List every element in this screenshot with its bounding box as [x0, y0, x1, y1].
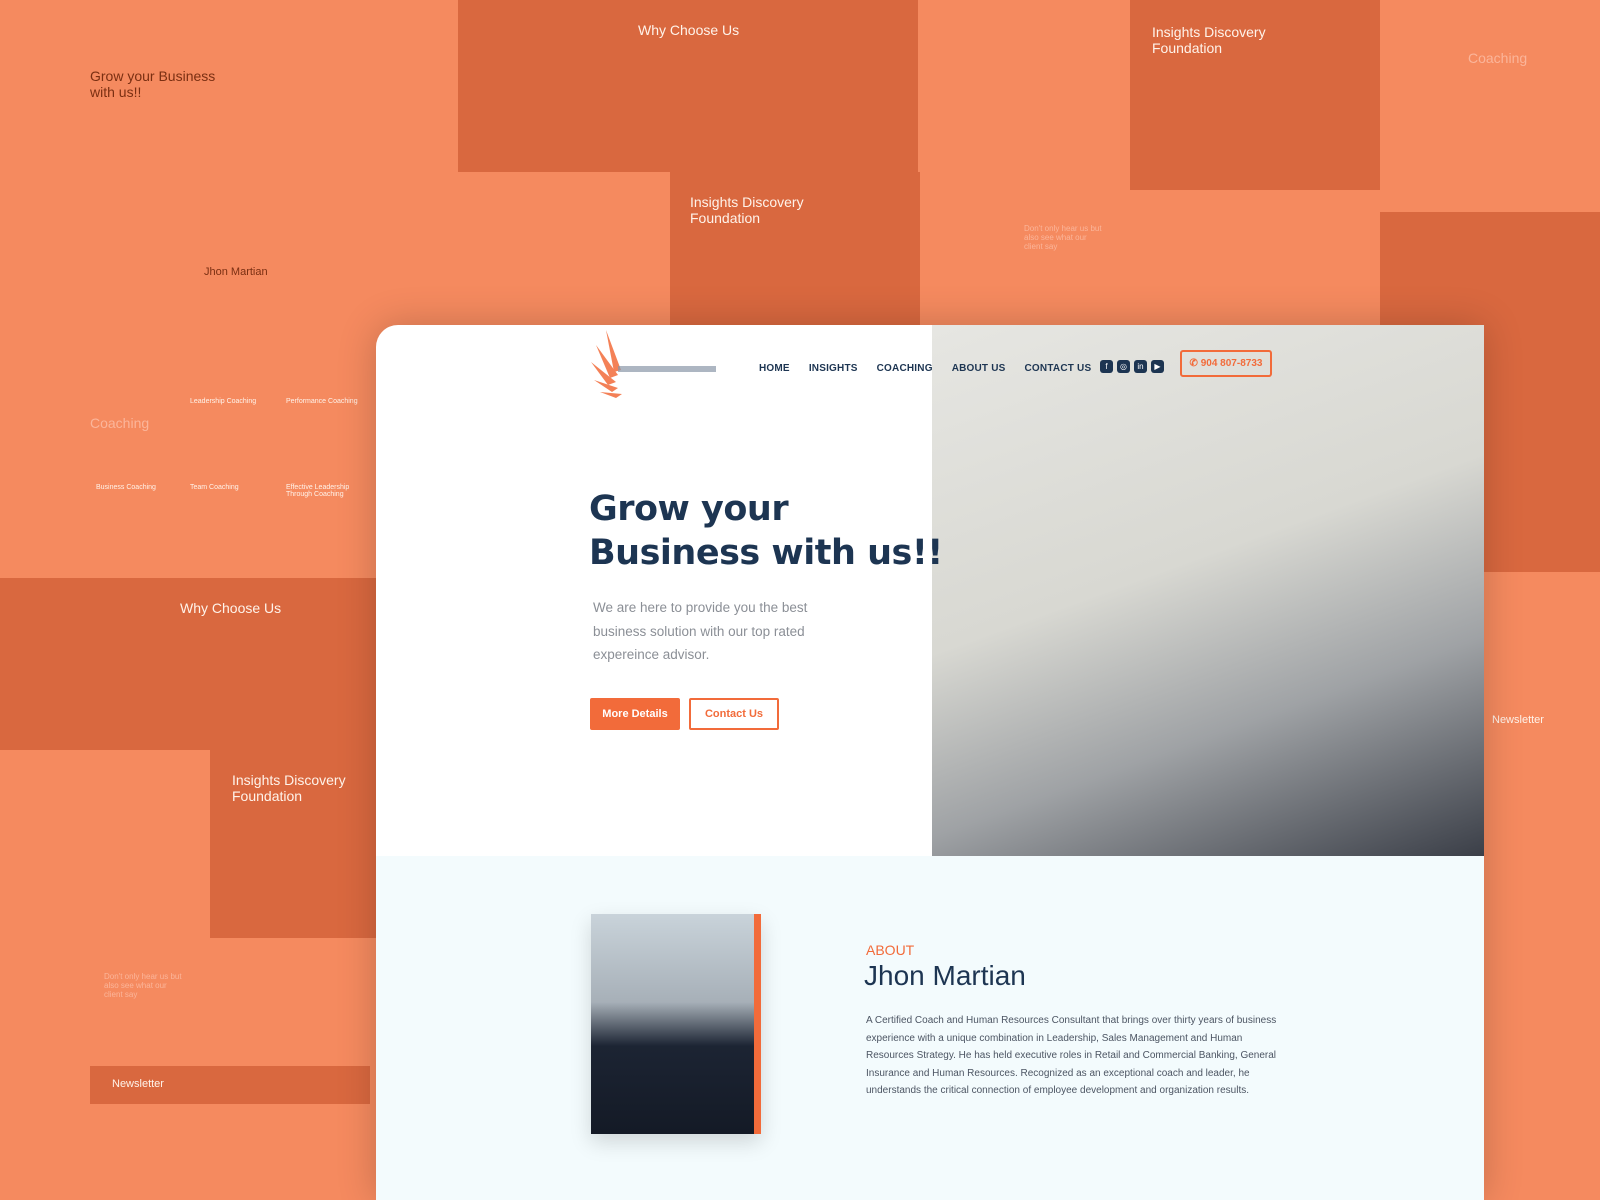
portrait-photo — [591, 914, 761, 1134]
nav-home[interactable]: HOME — [759, 363, 790, 374]
youtube-icon[interactable]: ▶ — [1151, 360, 1164, 373]
logo-wing-icon — [591, 330, 716, 398]
phone-icon: ✆ — [1189, 358, 1201, 369]
nav-contact-us[interactable]: CONTACT US — [1025, 363, 1092, 374]
bg-business: Business Coaching — [96, 484, 156, 491]
hero-title-line-2: Business with us!! — [589, 533, 943, 573]
instagram-icon[interactable]: ◎ — [1117, 360, 1130, 373]
bg-newsletter: Newsletter — [112, 1078, 164, 1090]
bg-why-choose: Why Choose Us — [638, 22, 740, 38]
bg-team: Team Coaching — [190, 484, 239, 491]
more-details-button[interactable]: More Details — [590, 698, 680, 730]
hero-photo — [932, 325, 1484, 856]
nav-coaching[interactable]: COACHING — [877, 363, 933, 374]
bg-grow: Grow your Business with us!! — [90, 68, 216, 100]
social-links: f ◎ in ▶ — [1100, 360, 1164, 373]
about-section: ABOUT Jhon Martian A Certified Coach and… — [376, 856, 1484, 1200]
nav-about-us[interactable]: ABOUT US — [952, 363, 1006, 374]
facebook-icon[interactable]: f — [1100, 360, 1113, 373]
linkedin-icon[interactable]: in — [1134, 360, 1147, 373]
hero-section: HOME INSIGHTS COACHING ABOUT US CONTACT … — [376, 325, 1484, 856]
hero-text: We are here to provide you the best busi… — [593, 600, 808, 662]
bg-insights-3: Insights Discovery Foundation — [232, 772, 346, 804]
phone-button[interactable]: ✆ 904 807-8733 — [1180, 350, 1272, 377]
phone-number: 904 807-8733 — [1200, 358, 1263, 369]
contact-us-button[interactable]: Contact Us — [689, 698, 779, 730]
bg-insights-2: Insights Discovery Foundation — [690, 194, 804, 226]
about-name: Jhon Martian — [864, 960, 1026, 991]
bg-name: Jhon Martian — [204, 266, 268, 278]
bg-testimonial-2: Don't only hear us but also see what our… — [104, 972, 182, 999]
bg-coaching: Coaching — [90, 415, 150, 431]
hero-title: Grow your Business with us!! — [589, 487, 943, 575]
main-nav: HOME INSIGHTS COACHING ABOUT US CONTACT … — [759, 363, 1091, 374]
bg-insights: Insights Discovery Foundation — [1152, 24, 1266, 56]
bg-performance: Performance Coaching — [286, 398, 358, 405]
bg-effective: Effective Leadership Through Coaching — [286, 484, 350, 498]
bg-why-choose-2: Why Choose Us — [180, 600, 282, 616]
nav-insights[interactable]: INSIGHTS — [809, 363, 858, 374]
bg-coaching-2: Coaching — [1468, 50, 1528, 66]
bg-leadership: Leadership Coaching — [190, 398, 257, 405]
about-label: ABOUT — [866, 942, 915, 958]
about-text: A Certified Coach and Human Resources Co… — [866, 1015, 1277, 1096]
hero-title-line-1: Grow your — [589, 489, 789, 529]
website-mockup: HOME INSIGHTS COACHING ABOUT US CONTACT … — [376, 325, 1484, 1200]
bg-testimonial: Don't only hear us but also see what our… — [1024, 224, 1102, 251]
bg-newsletter-2: Newsletter — [1492, 714, 1544, 726]
